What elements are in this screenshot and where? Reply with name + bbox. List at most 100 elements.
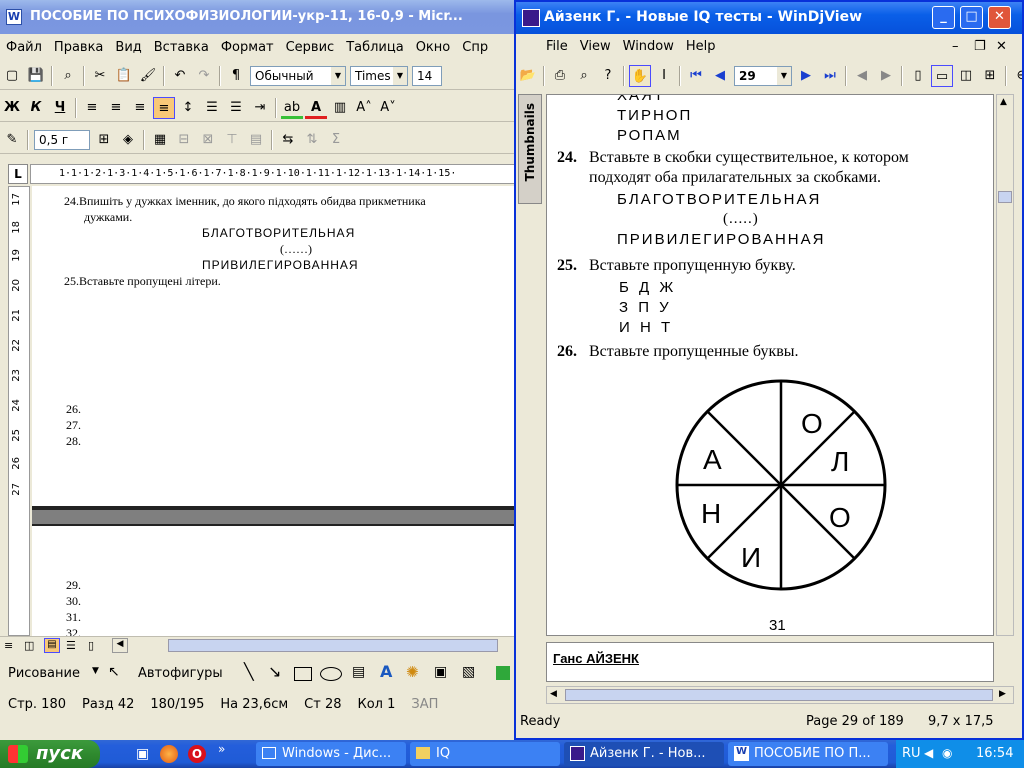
firefox-icon[interactable] — [160, 745, 178, 763]
status-rec[interactable]: ЗАП — [403, 692, 446, 712]
save-icon[interactable]: 💾 — [25, 65, 47, 87]
highlight-icon[interactable]: ab — [281, 97, 303, 119]
split-cells-icon[interactable]: ⊠ — [197, 129, 219, 151]
oval-icon[interactable] — [320, 667, 342, 681]
scroll-right-icon[interactable]: ▶ — [999, 689, 1006, 699]
document-page-next[interactable]: 29. 30. 31. 32. — [32, 526, 514, 636]
diagram-icon[interactable]: ✺ — [406, 663, 419, 681]
redo-icon[interactable]: ↷ — [193, 65, 215, 87]
horizontal-ruler[interactable]: 1·1·1·2·1·3·1·4·1·5·1·6·1·7·1·8·1·9·1·10… — [30, 164, 536, 184]
quicklaunch-more-icon[interactable]: » — [218, 742, 225, 756]
print-view-icon[interactable]: ▤ — [44, 638, 60, 653]
paste-icon[interactable]: 📋 — [113, 65, 135, 87]
word-app-icon[interactable]: W — [6, 9, 22, 25]
show-formatting-icon[interactable]: ¶ — [225, 65, 247, 87]
shading-icon[interactable]: ◈ — [117, 129, 139, 151]
wordart-icon[interactable]: A — [380, 662, 392, 681]
language-indicator[interactable]: RU — [902, 746, 921, 761]
doc-close-icon[interactable]: ✕ — [990, 34, 1013, 54]
font-size-combo[interactable]: 14 — [412, 66, 442, 86]
draw-table-icon[interactable]: ✎ — [1, 129, 23, 151]
text-direction-icon[interactable]: ⇆ — [277, 129, 299, 151]
font-color-icon[interactable]: A — [305, 97, 327, 119]
menu-tools[interactable]: Сервис — [280, 36, 341, 55]
menu-edit[interactable]: Правка — [48, 36, 109, 55]
page-number-combo[interactable]: 29 ▼ — [734, 66, 792, 86]
task-iq-folder[interactable]: IQ — [410, 742, 560, 766]
menu-view[interactable]: View — [574, 34, 617, 54]
italic-icon[interactable]: К — [25, 97, 47, 119]
scroll-up-icon[interactable]: ▲ — [1000, 97, 1007, 107]
web-view-icon[interactable]: ◫ — [24, 639, 34, 652]
align-right-icon[interactable]: ≡ — [129, 97, 151, 119]
scroll-left-icon[interactable]: ◀ — [550, 689, 557, 699]
new-document-icon[interactable]: ▢ — [1, 65, 23, 87]
next-page-icon[interactable]: ▶ — [795, 65, 817, 87]
zoom-out-icon[interactable]: ⊖ — [1011, 65, 1022, 87]
select-tool-icon[interactable]: I — [653, 65, 675, 87]
forward-icon[interactable]: ▶ — [875, 65, 897, 87]
tray-expand-icon[interactable]: ◀ — [924, 746, 933, 760]
show-desktop-icon[interactable]: ▣ — [136, 746, 149, 762]
menu-help[interactable]: Спр — [456, 36, 494, 55]
menu-insert[interactable]: Вставка — [148, 36, 215, 55]
menu-table[interactable]: Таблица — [340, 36, 410, 55]
table-autoformat-icon[interactable]: ▤ — [245, 129, 267, 151]
line-spacing-icon[interactable]: ↕ — [177, 97, 199, 119]
vertical-ruler[interactable]: 17 18 19 20 21 22 23 24 25 26 27 — [8, 186, 30, 636]
volume-icon[interactable]: ◉ — [942, 746, 952, 760]
line-weight-combo[interactable]: 0,5 г — [34, 130, 90, 150]
format-painter-icon[interactable]: 🖌 — [137, 65, 159, 87]
hand-tool-icon[interactable]: ✋ — [629, 65, 651, 87]
arrow-icon[interactable]: ↘ — [268, 662, 281, 681]
menu-view[interactable]: Вид — [109, 36, 147, 55]
prev-page-icon[interactable]: ◀ — [709, 65, 731, 87]
print-icon[interactable]: ⎙ — [549, 65, 571, 87]
menu-file[interactable]: File — [516, 34, 574, 54]
doc-minimize-icon[interactable]: – — [946, 34, 965, 54]
menu-window[interactable]: Окно — [410, 36, 457, 55]
close-icon[interactable]: ✕ — [988, 6, 1011, 29]
last-page-icon[interactable]: ⏭ — [819, 65, 841, 87]
continuous-facing-icon[interactable]: ⊞ — [979, 65, 1001, 87]
cut-icon[interactable]: ✂ — [89, 65, 111, 87]
rectangle-icon[interactable] — [294, 667, 312, 681]
djview-vertical-scrollbar[interactable]: ▲ — [996, 94, 1014, 636]
next-page-preview[interactable]: Ганс АЙЗЕНК — [546, 642, 994, 682]
style-combo[interactable]: Обычный ▼ — [250, 66, 346, 86]
autoshapes-menu[interactable]: Автофигуры — [138, 666, 223, 681]
task-word-document[interactable]: W ПОСОБИЕ ПО П... — [728, 742, 888, 766]
start-button[interactable]: пуск — [0, 740, 100, 768]
menu-window[interactable]: Window — [617, 34, 680, 54]
maximize-icon[interactable]: □ — [960, 6, 983, 29]
underline-icon[interactable]: Ч — [49, 97, 71, 119]
bullets-icon[interactable]: ☰ — [225, 97, 247, 119]
word-hscroll-thumb[interactable] — [168, 639, 498, 652]
word-horizontal-scrollbar[interactable]: ≡ ◫ ▤ ☰ ▯ ◀ — [0, 636, 514, 654]
columns-icon[interactable]: ▥ — [329, 97, 351, 119]
outline-view-icon[interactable]: ☰ — [66, 639, 76, 652]
indent-icon[interactable]: ⇥ — [249, 97, 271, 119]
djvu-page-view[interactable]: ХАЯТ ТИРНОП РОПАМ 24. Вставьте в скобки … — [546, 94, 994, 636]
bold-icon[interactable]: Ж — [1, 97, 23, 119]
borders-icon[interactable]: ⊞ — [93, 129, 115, 151]
task-djview[interactable]: Айзенк Г. - Нов... — [564, 742, 724, 766]
thumbnails-tab[interactable]: Thumbnails — [518, 94, 542, 204]
grow-font-icon[interactable]: A˄ — [353, 97, 375, 119]
clipart-icon[interactable]: ▣ — [434, 664, 447, 680]
djview-hscroll-thumb[interactable] — [565, 689, 993, 701]
menu-format[interactable]: Формат — [215, 36, 280, 55]
menu-file[interactable]: Файл — [0, 36, 48, 55]
task-windows-explorer[interactable]: Windows - Дис... — [256, 742, 406, 766]
sum-icon[interactable]: Σ — [325, 129, 347, 151]
minimize-icon[interactable]: _ — [932, 6, 955, 29]
line-icon[interactable]: ╲ — [244, 662, 254, 681]
normal-view-icon[interactable]: ≡ — [4, 639, 13, 652]
single-page-icon[interactable]: ▯ — [907, 65, 929, 87]
word-title-bar[interactable]: ПОСОБИЕ ПО ПСИХОФИЗИОЛОГИИ-укр-11, 16-0,… — [0, 0, 514, 34]
find-icon[interactable]: ⌕ — [57, 65, 79, 87]
clock[interactable]: 16:54 — [976, 746, 1013, 761]
align-center-icon[interactable]: ≡ — [105, 97, 127, 119]
first-page-icon[interactable]: ⏮ — [685, 65, 707, 87]
shrink-font-icon[interactable]: A˅ — [377, 97, 399, 119]
